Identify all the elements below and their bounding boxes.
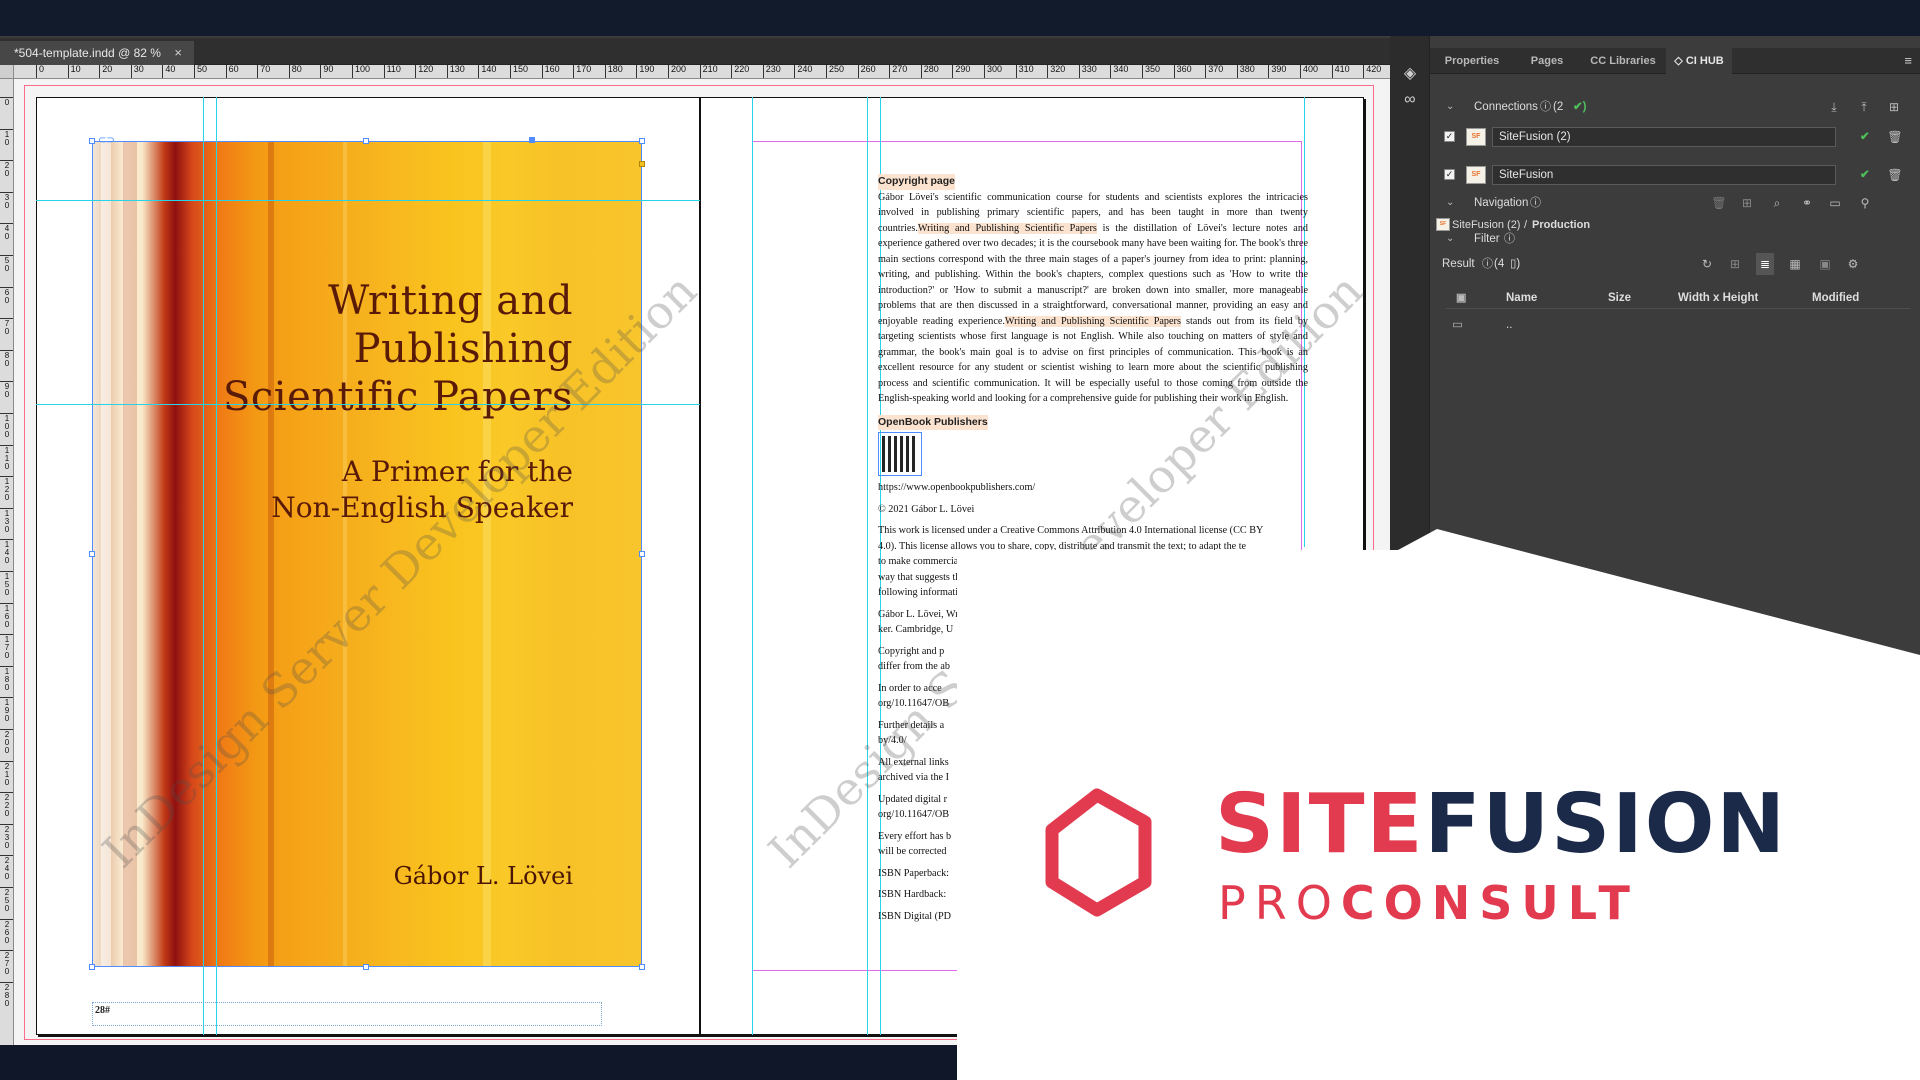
logo-word-site: SITE: [1215, 777, 1425, 872]
sitefusion-wordmark: SITEFUSION: [1215, 780, 1787, 870]
proconsult-wordmark: PROCONSULT: [1218, 878, 1639, 928]
logo-word-pro: PRO: [1218, 876, 1341, 930]
logo-word-fusion: FUSION: [1424, 777, 1788, 872]
logo-word-consult: CONSULT: [1340, 876, 1639, 930]
